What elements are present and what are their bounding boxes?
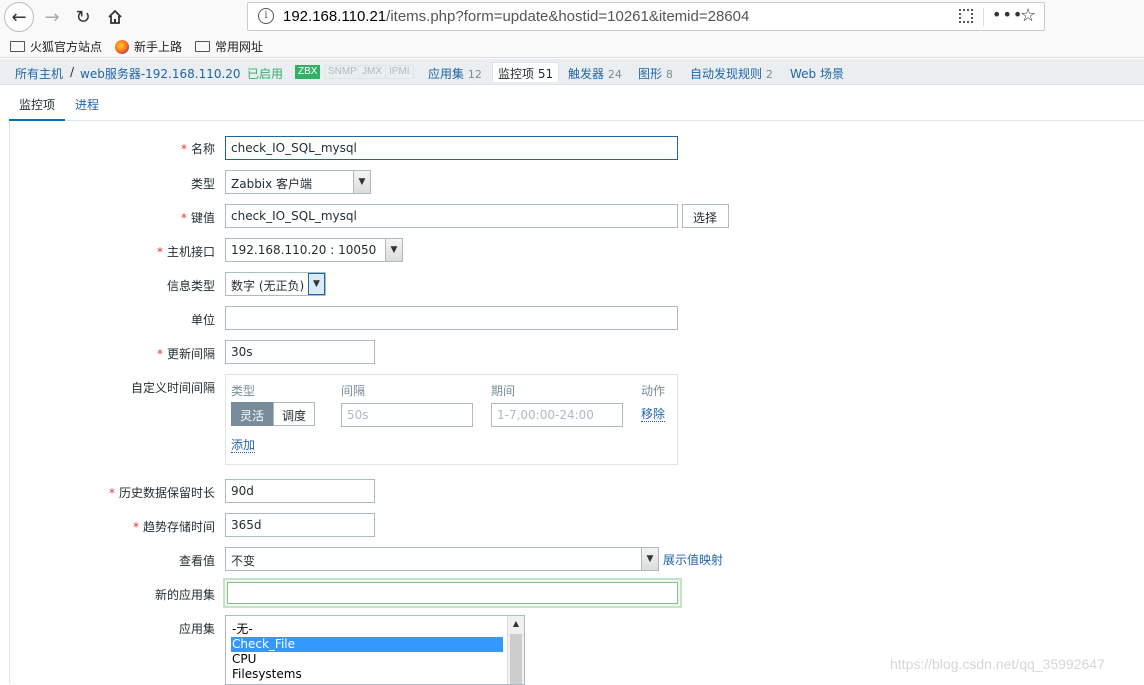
info-type-select[interactable]: 数字 (无正负) ▼ [225, 272, 326, 296]
list-item[interactable]: CPU [231, 652, 503, 667]
zbx-tag: ZBX [295, 65, 321, 79]
type-select[interactable]: Zabbix 客户端 ▼ [225, 170, 371, 194]
scheduling-option[interactable]: 调度 [273, 402, 316, 426]
forward-arrow-icon[interactable]: → [38, 3, 66, 31]
key-select-button[interactable]: 选择 [682, 204, 729, 228]
bookmark-item[interactable]: 火狐官方站点 [10, 38, 102, 55]
history-label: * 历史数据保留时长 [108, 486, 215, 500]
info-icon[interactable]: i [258, 8, 274, 24]
bookmark-item[interactable]: 常用网址 [195, 38, 263, 55]
new-application-field[interactable] [227, 582, 678, 604]
custom-intervals-table: 类型 间隔 期间 动作 灵活 调度 50s 1-7,00:00-24:00 移除… [225, 374, 678, 465]
trends-input[interactable]: 365d [225, 513, 375, 537]
key-label: * 键值 [180, 211, 215, 225]
ipmi-tag: IPMI [385, 65, 414, 79]
snmp-tag: SNMP [324, 65, 361, 79]
column-header-action: 动作 [641, 384, 666, 398]
remove-link[interactable]: 移除 [641, 407, 666, 422]
column-header-type: 类型 [231, 384, 256, 398]
interval-type-toggle: 灵活 调度 [231, 402, 316, 426]
form-tabs: 监控项 进程 [9, 90, 1144, 121]
status-badge[interactable]: 已启用 [247, 65, 283, 82]
reload-icon[interactable]: ↻ [69, 3, 97, 31]
bookmarks-bar: 火狐官方站点 新手上路 常用网址 [0, 34, 1144, 58]
watermark: https://blog.csdn.net/qq_35992647 [890, 656, 1105, 672]
discovery-rules-link[interactable]: 自动发现规则 2 [690, 65, 773, 82]
scrollbar-thumb[interactable] [510, 634, 522, 684]
bookmark-label: 新手上路 [134, 40, 183, 54]
breadcrumb-separator: / [70, 65, 75, 79]
custom-intervals-label: 自定义时间间隔 [130, 381, 215, 395]
list-item[interactable]: -无- [231, 622, 503, 637]
list-item-selected[interactable]: Check_File [231, 637, 503, 652]
chevron-down-icon: ▼ [641, 548, 658, 570]
browser-toolbar: ← → ↻ i 192.168.110.21/items.php?form=up… [0, 0, 1144, 34]
folder-icon [195, 41, 210, 52]
history-input[interactable]: 90d [225, 479, 375, 503]
url-text[interactable]: 192.168.110.21/items.php?form=update&hos… [283, 8, 749, 25]
bookmark-label: 常用网址 [215, 40, 264, 54]
interface-label: * 主机接口 [156, 245, 215, 259]
chevron-down-icon: ▼ [385, 239, 402, 261]
items-link[interactable]: 监控项 51 [492, 62, 560, 82]
name-input[interactable]: check_IO_SQL_mysql [225, 136, 678, 160]
tab-preprocessing[interactable]: 进程 [75, 96, 99, 113]
back-arrow-icon[interactable]: ← [4, 2, 34, 32]
add-link[interactable]: 添加 [231, 438, 256, 453]
jmx-tag: JMX [358, 65, 386, 79]
bookmark-item[interactable]: 新手上路 [115, 38, 182, 55]
name-label: * 名称 [180, 142, 215, 156]
custom-interval-input[interactable]: 50s [341, 403, 473, 427]
host-link[interactable]: web服务器-192.168.110.20 [80, 65, 241, 82]
qr-code-icon[interactable] [959, 9, 973, 23]
key-input[interactable]: check_IO_SQL_mysql [225, 204, 678, 228]
more-options-icon[interactable]: ••• [992, 5, 1023, 24]
applications-link[interactable]: 应用集 12 [428, 65, 482, 82]
new-application-input[interactable] [223, 578, 682, 608]
units-label: 单位 [190, 313, 215, 327]
web-scenarios-link[interactable]: Web 场景 [790, 65, 844, 82]
show-value-mappings-link[interactable]: 展示值映射 [663, 553, 723, 567]
applications-label: 应用集 [178, 622, 215, 636]
home-icon[interactable] [101, 3, 129, 31]
bookmark-star-icon[interactable]: ☆ [1020, 5, 1036, 26]
address-bar[interactable]: i 192.168.110.21/items.php?form=update&h… [247, 2, 1045, 31]
update-interval-input[interactable]: 30s [225, 340, 375, 364]
update-interval-label: * 更新间隔 [156, 347, 215, 361]
host-navigation: 所有主机 / web服务器-192.168.110.20 已启用 ZBX SNM… [0, 59, 1144, 85]
triggers-link[interactable]: 触发器 24 [568, 65, 622, 82]
chevron-down-icon: ▼ [308, 273, 325, 295]
valuemap-select[interactable]: 不变 ▼ [225, 547, 659, 571]
all-hosts-link[interactable]: 所有主机 [15, 65, 63, 82]
type-label: 类型 [190, 177, 215, 191]
new-application-label: 新的应用集 [154, 588, 215, 602]
folder-icon [10, 41, 25, 52]
graphs-link[interactable]: 图形 8 [638, 65, 673, 82]
divider [983, 8, 984, 26]
chevron-down-icon: ▼ [353, 171, 370, 193]
custom-period-input[interactable]: 1-7,00:00-24:00 [491, 403, 623, 427]
column-header-period: 期间 [491, 384, 516, 398]
applications-listbox[interactable]: -无- Check_File CPU Filesystems ▲ [225, 615, 525, 685]
valuemap-label: 查看值 [178, 554, 215, 568]
bookmark-label: 火狐官方站点 [30, 40, 103, 54]
info-type-label: 信息类型 [166, 279, 215, 293]
scroll-up-icon[interactable]: ▲ [508, 616, 524, 632]
flexible-option[interactable]: 灵活 [231, 402, 274, 426]
interface-select[interactable]: 192.168.110.20 : 10050 ▼ [225, 238, 403, 262]
column-header-interval: 间隔 [341, 384, 366, 398]
listbox-scrollbar[interactable]: ▲ [507, 616, 524, 684]
list-item[interactable]: Filesystems [231, 667, 503, 682]
tab-item[interactable]: 监控项 [9, 90, 65, 121]
units-input[interactable] [225, 306, 678, 330]
trends-label: * 趋势存储时间 [132, 520, 215, 534]
firefox-icon [115, 39, 129, 54]
